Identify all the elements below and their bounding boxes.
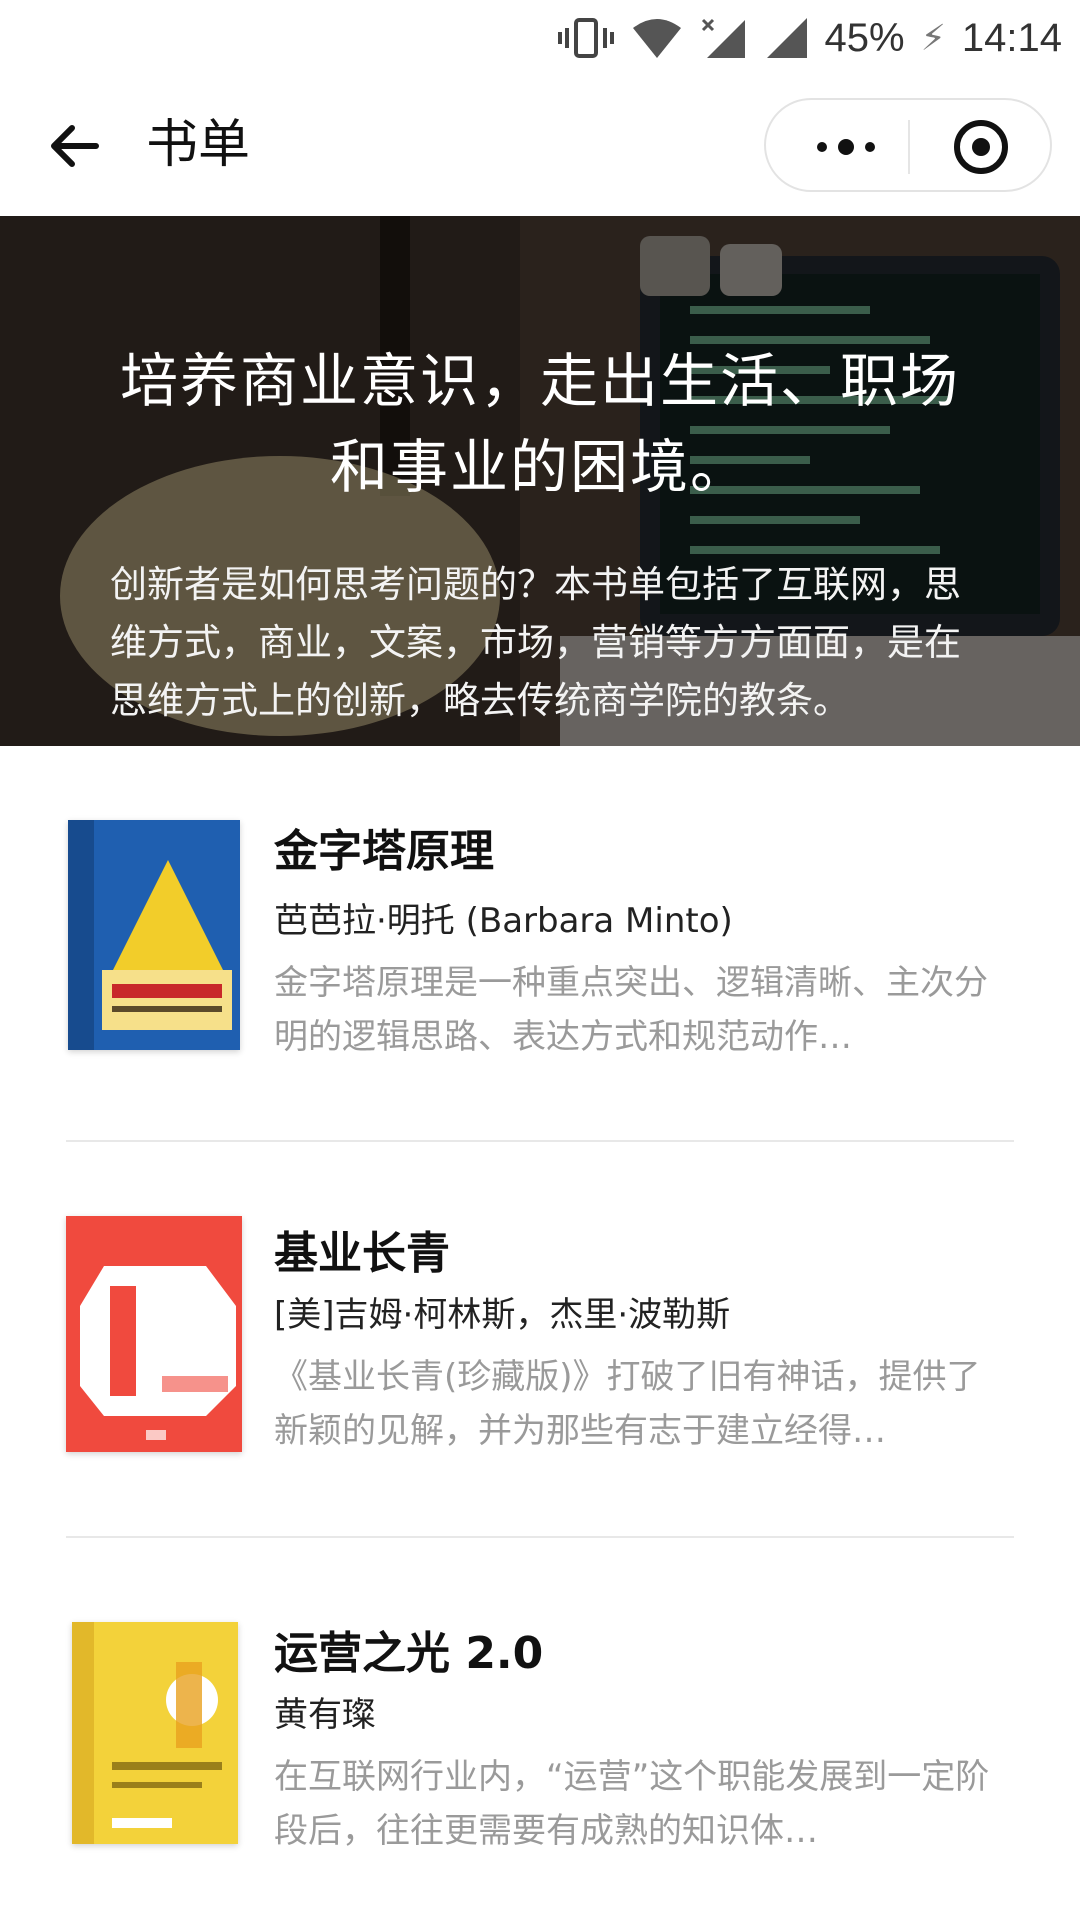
list-divider — [66, 1140, 1014, 1142]
no-signal-icon — [701, 18, 745, 58]
more-dots-icon[interactable] — [806, 122, 886, 172]
banner: 培养商业意识，走出生活、职场 和事业的困境。 创新者是如何思考问题的？本书单包括… — [0, 216, 1080, 746]
book-cover — [68, 820, 240, 1050]
book-author: 黄有璨 — [274, 1695, 376, 1735]
book-cover-image — [72, 1622, 238, 1844]
status-icons: 45% ⚡ 14:14 — [557, 8, 1062, 68]
book-item[interactable]: 基业长青 [美]吉姆·柯林斯，杰里·波勒斯 《基业长青(珍藏版)》打破了旧有神话… — [0, 1186, 1080, 1486]
book-description: 在互联网行业内，“运营”这个职能发展到一定阶段后，往往更需要有成熟的知识体… — [274, 1757, 990, 1851]
capsule-divider — [908, 120, 910, 174]
book-description: 《基业长青(珍藏版)》打破了旧有神话，提供了新颖的见解，并为那些有志于建立经得… — [274, 1357, 981, 1451]
list-divider — [66, 1536, 1014, 1538]
book-description: 金字塔原理是一种重点突出、逻辑清晰、主次分明的逻辑思路、表达方式和规范动作… — [274, 963, 988, 1057]
book-author: 芭芭拉·明托 (Barbara Minto) — [274, 901, 733, 941]
charging-icon: ⚡ — [920, 17, 946, 59]
book-item[interactable]: 运营之光 2.0 黄有璨 在互联网行业内，“运营”这个职能发展到一定阶段后，往往… — [0, 1586, 1080, 1886]
page-title: 书单 — [146, 115, 251, 175]
book-author: [美]吉姆·柯林斯，杰里·波勒斯 — [274, 1295, 731, 1335]
menu-capsule — [764, 98, 1052, 192]
clock: 14:14 — [961, 15, 1062, 60]
target-icon[interactable] — [952, 118, 1010, 176]
battery-percent: 45% — [824, 15, 905, 60]
banner-description: 创新者是如何思考问题的？本书单包括了互联网，思维方式，商业，文案，市场，营销等方… — [110, 563, 961, 722]
book-cover-image — [66, 1216, 242, 1452]
book-cover-image — [68, 820, 240, 1050]
banner-title: 培养商业意识，走出生活、职场 和事业的困境。 — [60, 338, 1020, 510]
book-item[interactable]: 金字塔原理 芭芭拉·明托 (Barbara Minto) 金字塔原理是一种重点突… — [0, 796, 1080, 1096]
signal-icon — [766, 18, 807, 58]
banner-title-line1: 培养商业意识，走出生活、职场 — [119, 347, 960, 415]
vibrate-icon — [557, 18, 614, 58]
book-title: 基业长青 — [274, 1228, 450, 1279]
banner-title-line2: 和事业的困境。 — [329, 433, 750, 501]
status-bar: 45% ⚡ 14:14 — [0, 0, 1080, 76]
book-cover — [72, 1622, 238, 1844]
wifi-icon — [632, 19, 681, 58]
nav-bar: 书单 — [0, 76, 1080, 216]
book-title: 金字塔原理 — [274, 826, 494, 877]
book-cover — [66, 1216, 242, 1452]
arrow-left-icon[interactable] — [44, 116, 104, 176]
book-title: 运营之光 2.0 — [274, 1628, 544, 1679]
